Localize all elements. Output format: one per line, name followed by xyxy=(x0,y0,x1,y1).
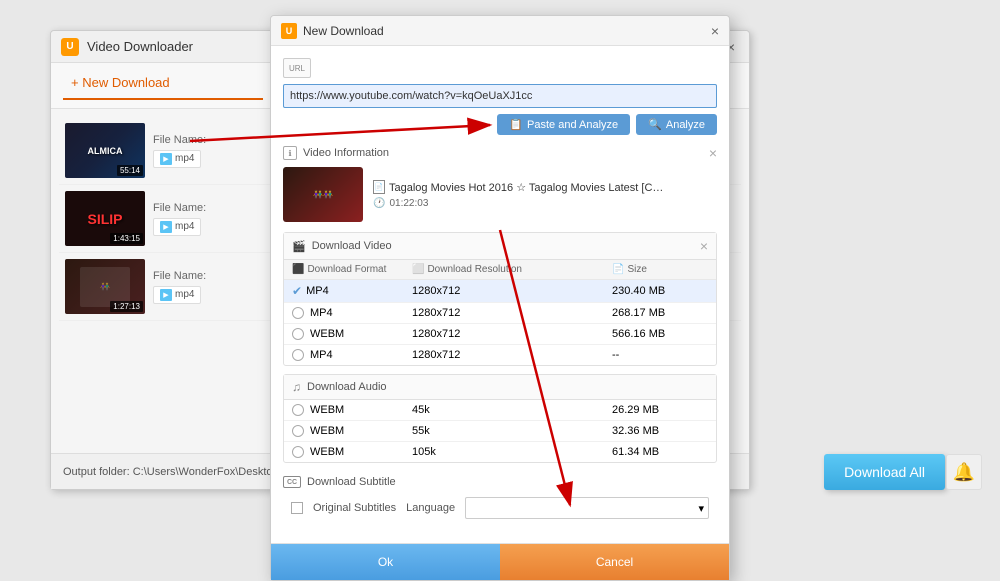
video-rows-container: ✔ MP4 1280x712 230.40 MB MP4 1280x71 xyxy=(284,280,716,365)
video-duration: 🕐 01:22:03 xyxy=(373,198,717,209)
download-video-section: 🎬 Download Video × ⬛ Download Format ⬜ D… xyxy=(283,232,717,366)
format-cell: WEBM xyxy=(292,425,412,437)
format-cell: MP4 xyxy=(292,349,412,361)
dialog-footer: Ok Cancel xyxy=(271,543,729,580)
video-info-section-header: ℹ Video Information × xyxy=(283,145,717,161)
format-col-icon: ⬛ xyxy=(292,264,304,275)
radio-button xyxy=(292,349,304,361)
video-title-line: 📄 Tagalog Movies Hot 2016 ☆ Tagalog Movi… xyxy=(373,180,717,194)
table-header: ⬛ Download Format ⬜ Download Resolution … xyxy=(284,260,716,280)
dialog-titlebar: U New Download × xyxy=(271,16,729,46)
original-subtitles-checkbox[interactable] xyxy=(291,502,303,514)
language-select[interactable]: ▾ xyxy=(465,497,709,519)
col-resolution-header: ⬜ Download Resolution xyxy=(412,264,612,275)
analyze-button[interactable]: 🔍 Analyze xyxy=(636,114,717,135)
table-row[interactable]: MP4 1280x712 -- xyxy=(284,345,716,365)
format-cell: MP4 xyxy=(292,307,412,319)
resolution-col-icon: ⬜ xyxy=(412,264,424,275)
download-video-header: 🎬 Download Video × xyxy=(284,233,716,260)
dialog-close-button[interactable]: × xyxy=(711,23,719,39)
radio-button xyxy=(292,328,304,340)
radio-button xyxy=(292,404,304,416)
dialog-body: URL 📋 Paste and Analyze 🔍 Analyze ℹ xyxy=(271,46,729,543)
cancel-button[interactable]: Cancel xyxy=(500,544,729,580)
subtitle-section: CC Download Subtitle Original Subtitles … xyxy=(283,471,717,523)
new-download-dialog: U New Download × URL 📋 Paste and Analyze xyxy=(270,15,730,581)
ok-button[interactable]: Ok xyxy=(271,544,500,580)
video-info-row: 👫👫 📄 Tagalog Movies Hot 2016 ☆ Tagalog M… xyxy=(283,167,717,222)
paste-analyze-button[interactable]: 📋 Paste and Analyze xyxy=(497,114,630,135)
subtitle-row: Original Subtitles Language ▾ xyxy=(283,493,717,523)
video-download-icon: 🎬 xyxy=(292,240,306,253)
format-cell: WEBM xyxy=(292,404,412,416)
check-icon: ✔ xyxy=(292,284,302,298)
cc-icon: CC xyxy=(283,476,301,488)
table-row[interactable]: WEBM 1280x712 566.16 MB xyxy=(284,324,716,345)
table-row[interactable]: WEBM 105k 61.34 MB xyxy=(284,442,716,462)
video-info-close[interactable]: × xyxy=(709,145,717,161)
info-icon: ℹ xyxy=(283,146,297,160)
chevron-down-icon: ▾ xyxy=(698,502,704,515)
download-video-close[interactable]: × xyxy=(700,238,708,254)
audio-section-header: ♫ Download Audio xyxy=(284,375,716,400)
url-icon: URL xyxy=(283,58,311,78)
clipboard-icon: 📋 xyxy=(509,118,523,131)
dialog-logo: U xyxy=(281,23,297,39)
radio-button xyxy=(292,307,304,319)
format-cell: ✔ MP4 xyxy=(292,284,412,298)
format-cell: WEBM xyxy=(292,446,412,458)
subtitle-section-header: CC Download Subtitle xyxy=(283,471,717,493)
doc-icon: 📄 xyxy=(373,180,385,194)
size-col-icon: 📄 xyxy=(612,264,624,275)
radio-button xyxy=(292,425,304,437)
format-cell: WEBM xyxy=(292,328,412,340)
video-preview-thumbnail: 👫👫 xyxy=(283,167,363,222)
dialog-title: New Download xyxy=(303,24,711,38)
table-row[interactable]: ✔ MP4 1280x712 230.40 MB xyxy=(284,280,716,303)
url-label-row: URL xyxy=(283,58,717,78)
col-format-header: ⬛ Download Format xyxy=(292,264,412,275)
download-audio-section: ♫ Download Audio WEBM 45k 26.29 MB xyxy=(283,374,717,463)
dialog-overlay: U New Download × URL 📋 Paste and Analyze xyxy=(0,0,1000,530)
table-row[interactable]: WEBM 45k 26.29 MB xyxy=(284,400,716,421)
url-section: URL 📋 Paste and Analyze 🔍 Analyze xyxy=(283,58,717,135)
video-title-text: Tagalog Movies Hot 2016 ☆ Tagalog Movies… xyxy=(389,181,669,194)
table-row[interactable]: WEBM 55k 32.36 MB xyxy=(284,421,716,442)
table-row[interactable]: MP4 1280x712 268.17 MB xyxy=(284,303,716,324)
video-details: 📄 Tagalog Movies Hot 2016 ☆ Tagalog Movi… xyxy=(373,180,717,209)
url-buttons: 📋 Paste and Analyze 🔍 Analyze xyxy=(283,114,717,135)
search-icon: 🔍 xyxy=(648,118,662,131)
radio-button xyxy=(292,446,304,458)
url-input[interactable] xyxy=(283,84,717,108)
clock-icon: 🕐 xyxy=(373,198,385,209)
col-size-header: 📄 Size xyxy=(612,264,692,275)
music-icon: ♫ xyxy=(292,380,301,394)
